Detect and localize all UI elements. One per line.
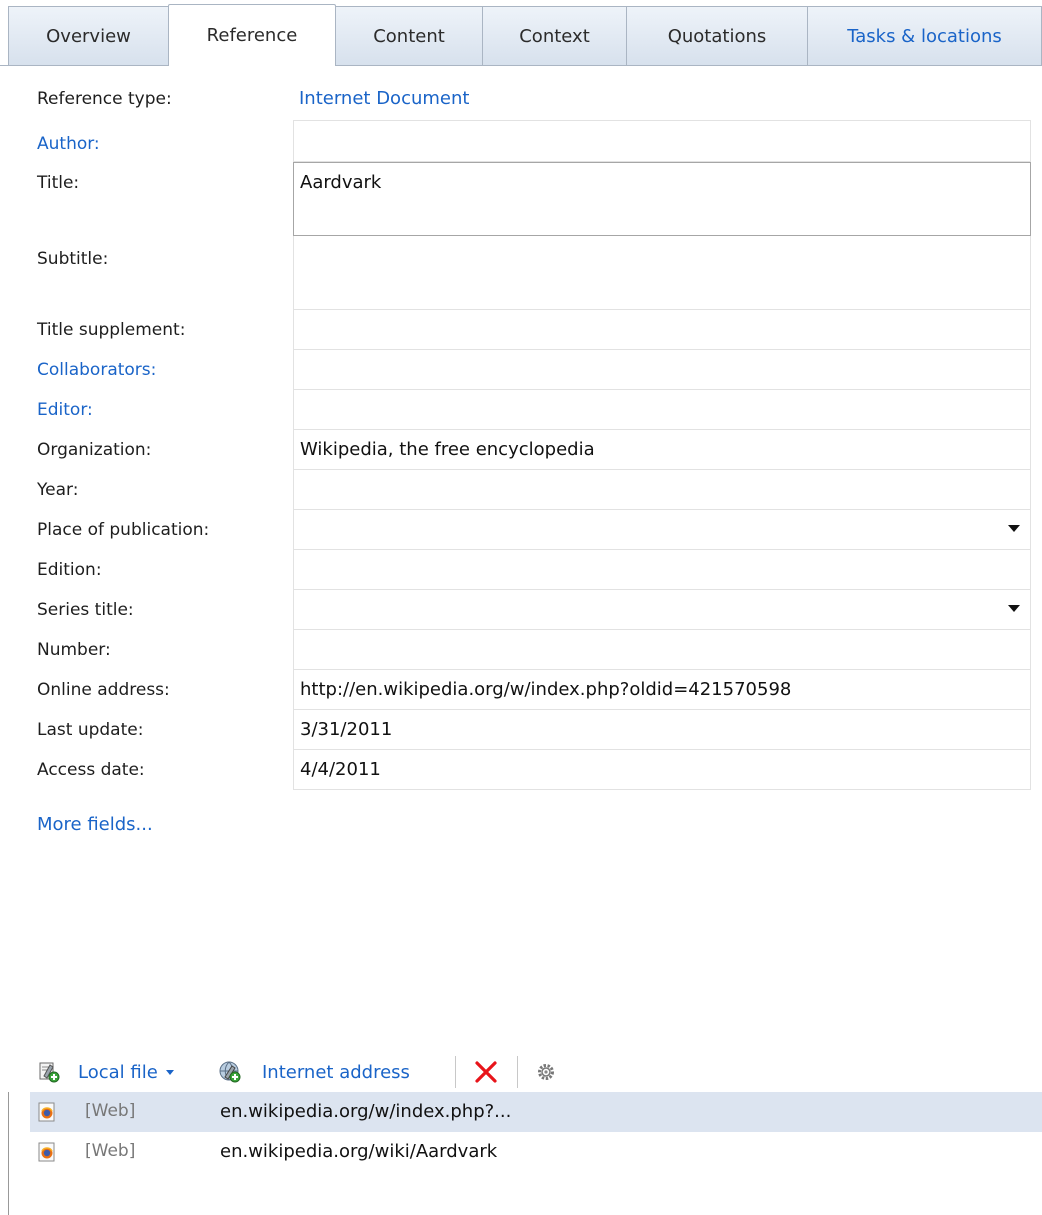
reference-type-label: Reference type:	[37, 89, 172, 109]
title-label: Title:	[37, 173, 80, 193]
attachments-toolbar: Local file Internet address	[30, 1052, 1020, 1092]
edition-label: Edition:	[37, 560, 102, 580]
field-value: 3/31/2011	[300, 719, 393, 740]
edition-field[interactable]	[293, 550, 1031, 590]
subtitle-label: Subtitle:	[37, 249, 109, 269]
dropdown-arrow-icon[interactable]	[1008, 605, 1020, 612]
series-title-field[interactable]	[293, 590, 1031, 630]
organization-field[interactable]: Wikipedia, the free encyclopedia	[293, 430, 1031, 470]
toolbar-divider	[517, 1056, 518, 1088]
access-date-field[interactable]: 4/4/2011	[293, 750, 1031, 790]
field-value: http://en.wikipedia.org/w/index.php?oldi…	[300, 679, 792, 700]
toolbar-divider	[455, 1056, 456, 1088]
tab-label: Context	[519, 25, 590, 47]
tab-tasks-locations[interactable]: Tasks & locations	[807, 6, 1042, 65]
tab-label: Reference	[206, 25, 298, 46]
number-field[interactable]	[293, 630, 1031, 670]
tab-content[interactable]: Content	[335, 6, 483, 65]
title-field[interactable]: Aardvark	[293, 162, 1031, 236]
place-of-publication-field[interactable]	[293, 510, 1031, 550]
tab-context[interactable]: Context	[482, 6, 627, 65]
firefox-document-icon	[38, 1102, 55, 1122]
internet-address-button[interactable]: Internet address	[218, 1052, 410, 1092]
tab-reference[interactable]: Reference	[168, 4, 336, 66]
reference-type-link[interactable]: Internet Document	[299, 88, 469, 109]
internet-address-label: Internet address	[262, 1061, 410, 1083]
dropdown-arrow-icon[interactable]	[1008, 525, 1020, 532]
more-fields-link[interactable]: More fields...	[37, 814, 153, 835]
author-label[interactable]: Author:	[37, 134, 100, 154]
list-item[interactable]: [Web] en.wikipedia.org/w/index.php?...	[30, 1092, 1042, 1132]
last-update-label: Last update:	[37, 720, 144, 740]
title-supplement-field[interactable]	[293, 310, 1031, 350]
local-file-button[interactable]: Local file	[38, 1052, 174, 1092]
chevron-down-icon[interactable]	[165, 1069, 174, 1075]
editor-field[interactable]	[293, 390, 1031, 430]
delete-button[interactable]	[474, 1052, 498, 1092]
firefox-document-icon	[38, 1142, 55, 1162]
attachment-address: en.wikipedia.org/wiki/Aardvark	[220, 1141, 498, 1162]
tab-label: Quotations	[667, 25, 767, 47]
tab-overview[interactable]: Overview	[8, 6, 169, 65]
collaborators-field[interactable]	[293, 350, 1031, 390]
collaborators-label[interactable]: Collaborators:	[37, 360, 156, 380]
last-update-field[interactable]: 3/31/2011	[293, 710, 1031, 750]
globe-link-icon	[219, 1061, 241, 1083]
tab-quotations[interactable]: Quotations	[626, 6, 808, 65]
tab-label: Tasks & locations	[847, 25, 1002, 47]
number-label: Number:	[37, 640, 111, 660]
series-title-label: Series title:	[37, 600, 134, 620]
title-supplement-label: Title supplement:	[37, 320, 186, 340]
tab-label: Content	[373, 25, 445, 47]
field-value: Aardvark	[300, 172, 382, 193]
attachment-type: [Web]	[85, 1101, 136, 1121]
gear-icon	[538, 1064, 554, 1080]
panel-border	[8, 1092, 9, 1215]
local-file-label: Local file	[78, 1061, 158, 1083]
tab-label: Overview	[46, 25, 131, 47]
online-address-label: Online address:	[37, 680, 170, 700]
year-label: Year:	[37, 480, 79, 500]
list-item[interactable]: [Web] en.wikipedia.org/wiki/Aardvark	[30, 1132, 1042, 1172]
settings-button[interactable]	[535, 1052, 557, 1092]
access-date-label: Access date:	[37, 760, 145, 780]
field-value: 4/4/2011	[300, 759, 381, 780]
field-value: Wikipedia, the free encyclopedia	[300, 439, 595, 460]
tab-bar: Overview Reference Content Context Quota…	[0, 0, 1042, 66]
add-file-icon	[39, 1062, 60, 1083]
place-of-publication-label: Place of publication:	[37, 520, 210, 540]
delete-x-icon	[475, 1061, 497, 1083]
attachment-address: en.wikipedia.org/w/index.php?...	[220, 1101, 512, 1122]
year-field[interactable]	[293, 470, 1031, 510]
online-address-field[interactable]: http://en.wikipedia.org/w/index.php?oldi…	[293, 670, 1031, 710]
organization-label: Organization:	[37, 440, 152, 460]
editor-label[interactable]: Editor:	[37, 400, 93, 420]
subtitle-field[interactable]	[293, 236, 1031, 310]
author-field[interactable]	[293, 120, 1031, 162]
attachment-type: [Web]	[85, 1141, 136, 1161]
